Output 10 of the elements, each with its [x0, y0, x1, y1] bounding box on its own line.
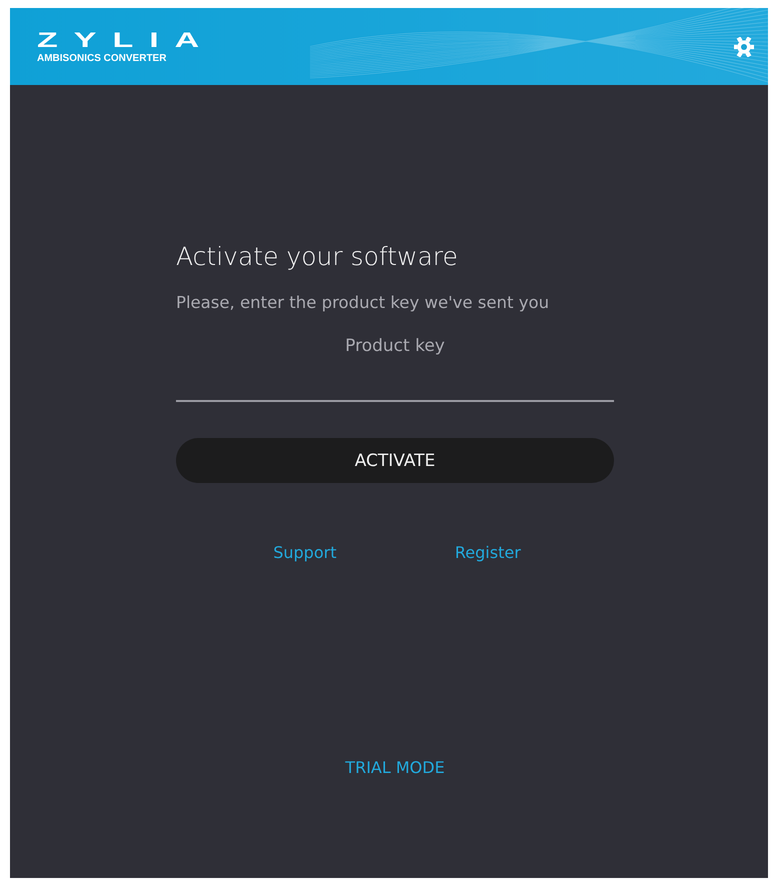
settings-icon[interactable] [734, 36, 754, 56]
app-subtitle: AMBISONICS CONVERTER [37, 53, 166, 64]
instruction-text: Please, enter the product key we've sent you [176, 293, 550, 312]
form-title: Activate your software [176, 242, 459, 271]
trial-mode-link[interactable]: TRIAL MODE [345, 758, 445, 777]
link[interactable]: Support [273, 543, 336, 562]
activate-button[interactable]: ACTIVATE [176, 438, 614, 483]
link[interactable]: Register [454, 543, 521, 562]
product-key-field[interactable]: Product key [176, 336, 614, 402]
logo: ZYLIA [37, 29, 216, 51]
